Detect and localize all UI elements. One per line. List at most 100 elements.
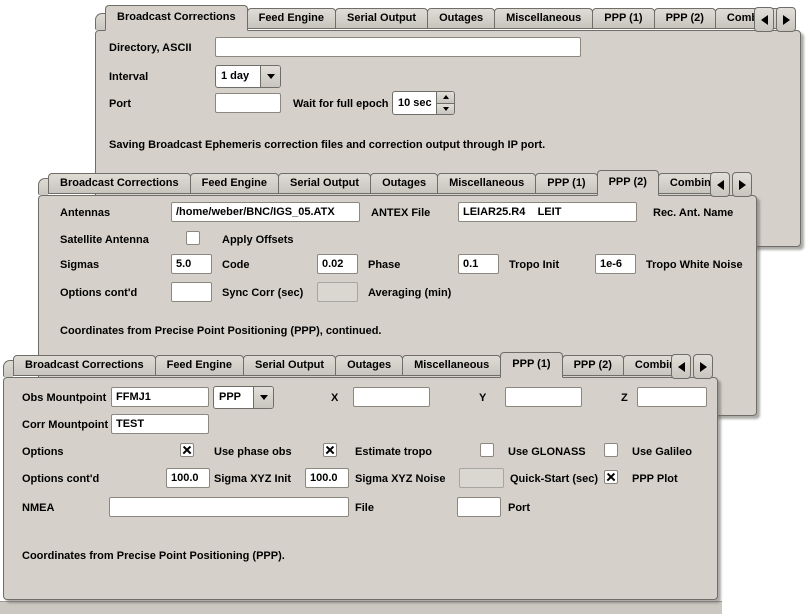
- tab-serial-output[interactable]: Serial Output: [243, 355, 336, 376]
- tab-ppp-2[interactable]: PPP (2): [597, 170, 659, 196]
- sigma-xyz-noise-input[interactable]: [305, 468, 349, 488]
- down-arrow-icon: [443, 107, 449, 111]
- nmea-port-input[interactable]: [457, 497, 501, 517]
- tab-scroll-left-button[interactable]: [671, 354, 691, 379]
- use-phase-obs-checkbox[interactable]: [180, 443, 194, 457]
- tab-feed-engine[interactable]: Feed Engine: [190, 173, 279, 194]
- tab-outages[interactable]: Outages: [370, 173, 438, 194]
- use-galileo-checkbox[interactable]: [604, 443, 618, 457]
- panel-description: Saving Broadcast Ephemeris correction fi…: [109, 139, 545, 151]
- nmea-file-input[interactable]: [109, 497, 349, 517]
- sigmas-label: Sigmas: [60, 259, 99, 271]
- tab-miscellaneous[interactable]: Miscellaneous: [494, 8, 593, 29]
- antex-file-label: ANTEX File: [371, 207, 430, 219]
- tab-feed-engine[interactable]: Feed Engine: [247, 8, 336, 29]
- right-arrow-icon: [783, 15, 790, 25]
- use-glonass-checkbox[interactable]: [480, 443, 494, 457]
- directory-ascii-label: Directory, ASCII: [109, 42, 192, 54]
- use-galileo-label: Use Galileo: [632, 446, 692, 458]
- x-coordinate-input[interactable]: [353, 387, 430, 407]
- dropdown-button[interactable]: [253, 387, 273, 408]
- tab-scroll-right-button[interactable]: [693, 354, 713, 379]
- panel-description: Coordinates from Precise Point Positioni…: [22, 550, 285, 562]
- use-glonass-label: Use GLONASS: [508, 446, 586, 458]
- tab-bar: Broadcast Corrections Feed Engine Serial…: [3, 351, 718, 378]
- tab-miscellaneous[interactable]: Miscellaneous: [402, 355, 501, 376]
- apply-offsets-label: Apply Offsets: [222, 234, 294, 246]
- averaging-input: [317, 282, 358, 302]
- wait-epoch-spinbox[interactable]: 10 sec: [392, 91, 455, 115]
- options-label: Options: [22, 446, 64, 458]
- options-contd-label: Options cont'd: [22, 473, 99, 485]
- sigma-xyz-init-input[interactable]: [166, 468, 210, 488]
- tab-ppp-2[interactable]: PPP (2): [562, 355, 624, 376]
- tab-broadcast-corrections[interactable]: Broadcast Corrections: [13, 355, 156, 376]
- tab-bar: Broadcast Corrections Feed Engine Serial…: [95, 4, 801, 31]
- sigma-xyz-init-label: Sigma XYZ Init: [214, 473, 291, 485]
- tab-ppp-2[interactable]: PPP (2): [654, 8, 716, 29]
- antex-path-input[interactable]: [171, 202, 360, 222]
- tab-outages[interactable]: Outages: [427, 8, 495, 29]
- tab-scroll-right-button[interactable]: [776, 7, 796, 32]
- sigma-code-input[interactable]: [171, 254, 212, 274]
- apply-offsets-checkbox[interactable]: [186, 231, 200, 245]
- tropo-init-label: Tropo Init: [509, 259, 559, 271]
- directory-ascii-input[interactable]: [215, 37, 581, 57]
- sync-corr-label: Sync Corr (sec): [222, 287, 303, 299]
- spin-up-button[interactable]: [437, 92, 454, 104]
- quick-start-label: Quick-Start (sec): [510, 473, 598, 485]
- interval-dropdown[interactable]: 1 day: [215, 65, 281, 88]
- ppp-plot-label: PPP Plot: [632, 473, 678, 485]
- sigma-xyz-noise-label: Sigma XYZ Noise: [355, 473, 445, 485]
- tab-ppp-1[interactable]: PPP (1): [535, 173, 597, 194]
- averaging-label: Averaging (min): [368, 287, 451, 299]
- code-label: Code: [222, 259, 250, 271]
- up-arrow-icon: [443, 95, 449, 99]
- nmea-label: NMEA: [22, 502, 54, 514]
- panel-description: Coordinates from Precise Point Positioni…: [60, 325, 381, 337]
- corr-mountpoint-label: Corr Mountpoint: [22, 419, 108, 431]
- chevron-down-icon: [260, 395, 268, 400]
- sigma-phase-input[interactable]: [317, 254, 358, 274]
- tab-outages[interactable]: Outages: [335, 355, 403, 376]
- port-label: Port: [109, 98, 131, 110]
- tab-serial-output[interactable]: Serial Output: [335, 8, 428, 29]
- tab-scroll-left-button[interactable]: [710, 172, 730, 197]
- panel-ppp1: Broadcast Corrections Feed Engine Serial…: [3, 351, 718, 600]
- tab-scroll-left-button[interactable]: [754, 7, 774, 32]
- tab-serial-output[interactable]: Serial Output: [278, 173, 371, 194]
- z-label: Z: [621, 392, 628, 404]
- sync-corr-input[interactable]: [171, 282, 212, 302]
- spin-down-button[interactable]: [437, 104, 454, 115]
- corr-mountpoint-input[interactable]: [111, 414, 209, 434]
- tab-feed-engine[interactable]: Feed Engine: [155, 355, 244, 376]
- estimate-tropo-checkbox[interactable]: [323, 443, 337, 457]
- tab-broadcast-corrections[interactable]: Broadcast Corrections: [105, 5, 248, 31]
- port-input[interactable]: [215, 93, 281, 113]
- tab-scroll-right-button[interactable]: [732, 172, 752, 197]
- tab-ppp-1[interactable]: PPP (1): [500, 352, 562, 378]
- wait-epoch-value: 10 sec: [393, 92, 436, 114]
- tab-miscellaneous[interactable]: Miscellaneous: [437, 173, 536, 194]
- satellite-antenna-label: Satellite Antenna: [60, 234, 149, 246]
- tab-bar: Broadcast Corrections Feed Engine Serial…: [38, 169, 757, 196]
- tropo-init-input[interactable]: [458, 254, 499, 274]
- tropo-white-noise-input[interactable]: [595, 254, 636, 274]
- y-label: Y: [479, 392, 486, 404]
- antennas-label: Antennas: [60, 207, 110, 219]
- z-coordinate-input[interactable]: [637, 387, 707, 407]
- rec-ant-name-input[interactable]: [458, 202, 637, 222]
- panel-frame: [3, 377, 718, 600]
- rec-ant-name-label: Rec. Ant. Name: [653, 207, 733, 219]
- interval-label: Interval: [109, 71, 148, 83]
- left-arrow-icon: [761, 15, 768, 25]
- obs-mountpoint-input[interactable]: [111, 387, 209, 407]
- ppp-mode-dropdown[interactable]: PPP: [213, 386, 274, 409]
- dropdown-button[interactable]: [260, 66, 280, 87]
- tab-ppp-1[interactable]: PPP (1): [592, 8, 654, 29]
- window-edge-strip: [0, 601, 722, 614]
- phase-label: Phase: [368, 259, 400, 271]
- tab-broadcast-corrections[interactable]: Broadcast Corrections: [48, 173, 191, 194]
- y-coordinate-input[interactable]: [505, 387, 582, 407]
- ppp-plot-checkbox[interactable]: [604, 470, 618, 484]
